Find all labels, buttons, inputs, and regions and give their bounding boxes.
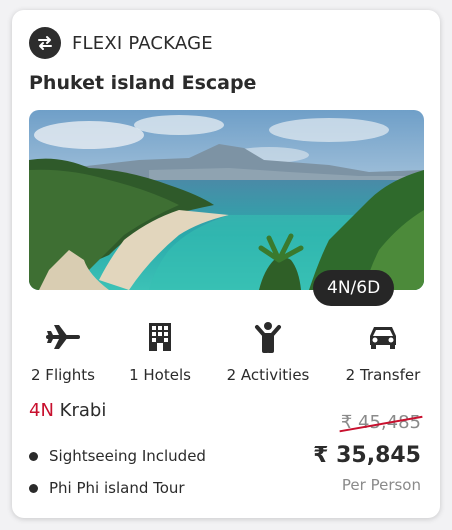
- amenity-label: 1 Hotels: [129, 366, 191, 384]
- swap-arrows-icon: [29, 27, 61, 59]
- package-title[interactable]: Phuket island Escape: [29, 72, 256, 94]
- amenity-label: 2 Transfer: [345, 366, 421, 384]
- inclusion-label: Sightseeing Included: [49, 447, 206, 465]
- amenity-activities: 2 Activities: [213, 318, 323, 384]
- bullet-icon: [29, 483, 38, 493]
- amenity-flights: 2 Flights: [8, 318, 118, 384]
- hotel-building-icon: [105, 318, 215, 356]
- duration-badge: 4N/6D: [313, 270, 395, 306]
- original-price: ₹ 45,485: [339, 412, 423, 433]
- destination-nights: 4N: [29, 400, 54, 421]
- inclusions-list: Sightseeing Included Phi Phi island Tour: [29, 440, 206, 504]
- destination-line: 4N Krabi: [29, 400, 106, 421]
- bullet-icon: [29, 451, 38, 461]
- destination-city: Krabi: [59, 400, 107, 421]
- package-card[interactable]: FLEXI PACKAGE Phuket island Escape 4N/6D…: [12, 10, 440, 518]
- current-price: ₹ 35,845: [313, 443, 421, 468]
- destination-photo[interactable]: [29, 110, 424, 290]
- amenity-label: 2 Flights: [31, 366, 95, 384]
- car-icon: [328, 318, 438, 356]
- list-item: Phi Phi island Tour: [29, 472, 206, 504]
- price-block: ₹ 45,485 ₹ 35,845 Per Person: [313, 412, 423, 494]
- package-type-label: FLEXI PACKAGE: [72, 32, 213, 54]
- amenity-label: 2 Activities: [226, 366, 310, 384]
- price-unit: Per Person: [341, 476, 421, 494]
- inclusion-label: Phi Phi island Tour: [49, 479, 185, 497]
- airplane-icon: [8, 318, 118, 356]
- amenity-hotels: 1 Hotels: [105, 318, 215, 384]
- package-type-header: FLEXI PACKAGE: [29, 27, 213, 59]
- activity-person-icon: [213, 318, 323, 356]
- amenities-row: 2 Flights 1 Hotels 2 Activities 2 Transf…: [12, 318, 440, 388]
- list-item: Sightseeing Included: [29, 440, 206, 472]
- amenity-transfer: 2 Transfer: [328, 318, 438, 384]
